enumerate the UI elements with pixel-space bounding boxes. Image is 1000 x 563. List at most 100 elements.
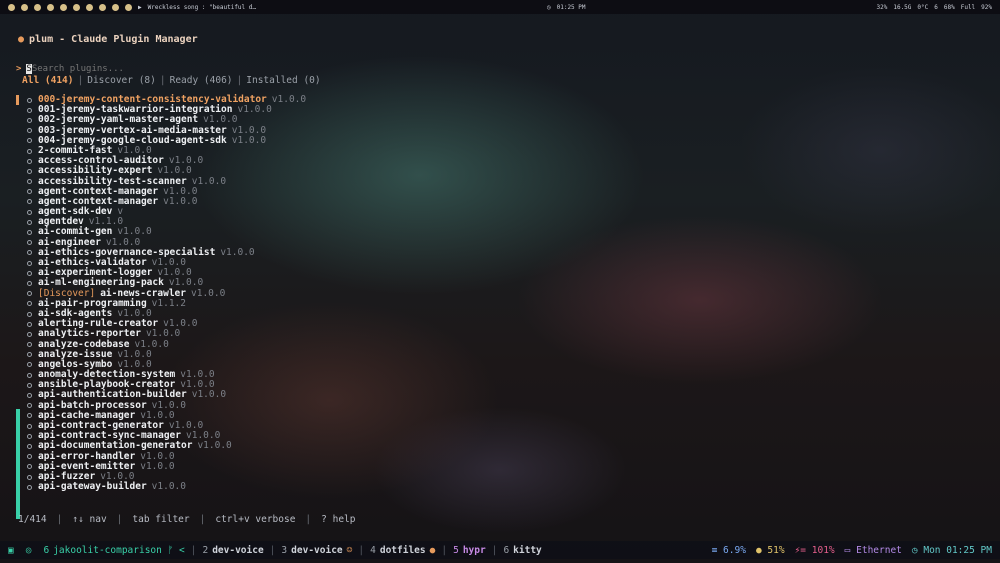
- row-gutter: [16, 238, 19, 248]
- display-mode[interactable]: Full: [961, 4, 975, 11]
- workspace-6[interactable]: 6 jakoolit-comparison ᚠ <: [43, 545, 184, 556]
- tab-ready[interactable]: Ready (406): [170, 75, 233, 86]
- top-bar: ▶ Wreckless song : "beautiful d… ◷ 01:25…: [0, 0, 1000, 14]
- status-circle-icon: [27, 423, 32, 429]
- status-circle-icon: [27, 382, 32, 388]
- scrollbar[interactable]: [16, 409, 20, 519]
- tab-all[interactable]: All (414): [22, 75, 73, 86]
- grid-icon[interactable]: ▣: [8, 545, 14, 556]
- tab-installed[interactable]: Installed (0): [246, 75, 320, 86]
- status-circle-icon: [27, 474, 32, 480]
- row-gutter: [16, 278, 19, 288]
- plugin-version: v1.0.0: [197, 440, 232, 452]
- workspace-dot[interactable]: [99, 3, 106, 11]
- power-icon[interactable]: ◎: [26, 545, 32, 556]
- status-circle-icon: [27, 443, 32, 449]
- status-circle-icon: [27, 280, 32, 286]
- tab-discover[interactable]: Discover (8): [87, 75, 156, 86]
- workspace-2[interactable]: 2 dev-voice: [202, 545, 263, 556]
- workspace-dot[interactable]: [8, 3, 15, 11]
- row-gutter: [16, 309, 19, 319]
- terminal-window[interactable]: ●plum - Claude Plugin Manager >S All (41…: [8, 24, 992, 534]
- workspace-dot[interactable]: [73, 3, 80, 11]
- plugin-row[interactable]: accessibility-expert v1.0.0: [8, 166, 408, 176]
- status-circle-icon: [27, 454, 32, 460]
- status-circle-icon: [27, 331, 32, 337]
- cpu-indicator: ≡ 6.9%: [711, 544, 746, 556]
- workspace-5[interactable]: 5 hypr: [453, 545, 486, 556]
- nav-hint: ↑↓ nav: [72, 514, 107, 525]
- now-playing[interactable]: Wreckless song : "beautiful d…: [148, 4, 256, 11]
- workspace-dot[interactable]: [112, 3, 119, 11]
- plugin-row[interactable]: analytics-reporter v1.0.0: [8, 329, 408, 339]
- clock-icon: ◷: [546, 3, 551, 11]
- network-indicator[interactable]: ▭ Ethernet: [845, 545, 902, 556]
- status-circle-icon: [27, 311, 32, 317]
- plugin-list[interactable]: 000-jeremy-content-consistency-validator…: [8, 94, 408, 493]
- clock-icon: ◷: [911, 544, 918, 556]
- status-circle-icon: [27, 291, 32, 297]
- row-gutter: [16, 197, 19, 207]
- top-clock[interactable]: 01:25 PM: [557, 4, 586, 11]
- sun-icon: ●: [755, 544, 762, 556]
- plugin-version: v1.0.0: [145, 328, 181, 340]
- row-gutter: [16, 319, 19, 329]
- help-hint: ? help: [321, 514, 356, 525]
- plugin-row[interactable]: api-gateway-builder v1.0.0: [8, 481, 408, 493]
- status-circle-icon: [27, 189, 32, 195]
- status-circle-icon: [27, 219, 32, 225]
- row-gutter: [16, 105, 19, 115]
- workspace-dot[interactable]: [47, 3, 54, 11]
- ethernet-icon: ▭: [844, 544, 851, 556]
- plugin-version: v1.0.0: [157, 165, 192, 177]
- status-circle-icon: [27, 484, 32, 490]
- row-gutter: [16, 156, 19, 166]
- plugin-name: api-gateway-builder: [38, 481, 147, 493]
- row-gutter: [16, 299, 19, 309]
- status-circle-icon: [27, 464, 32, 470]
- plugin-name: accessibility-expert: [38, 165, 153, 177]
- search-input[interactable]: [31, 64, 152, 74]
- status-circle-icon: [27, 179, 32, 185]
- workspace-dot[interactable]: [34, 3, 41, 11]
- workspace-4[interactable]: 4 dotfiles ●: [370, 545, 435, 556]
- battery-level: 92%: [981, 3, 993, 11]
- workspace-dot[interactable]: [86, 3, 93, 11]
- status-circle-icon: [27, 393, 32, 399]
- row-gutter: [16, 268, 19, 278]
- workspace-6-kitty[interactable]: 6 kitty: [503, 545, 541, 556]
- brightness-indicator[interactable]: ● 51%: [756, 545, 785, 556]
- temperature: 0°C: [917, 3, 929, 11]
- status-circle-icon: [27, 148, 32, 154]
- row-gutter: [16, 350, 19, 360]
- status-circle-icon: [27, 250, 32, 256]
- plugin-version: v1.0.0: [140, 460, 175, 472]
- status-circle-icon: [27, 107, 32, 113]
- search-bar[interactable]: > S: [16, 64, 152, 74]
- status-circle-icon: [27, 362, 32, 368]
- row-gutter: [16, 258, 19, 268]
- plugin-version: v1.0.0: [163, 195, 198, 207]
- clock-indicator[interactable]: ◷ Mon 01:25 PM: [912, 545, 992, 556]
- app-title: ● plum - Claude Plugin Manager: [18, 34, 198, 45]
- row-gutter: [16, 228, 19, 238]
- face-icon: ●: [429, 544, 436, 556]
- status-circle-icon: [27, 128, 32, 134]
- prompt-chevron-icon: >: [16, 64, 22, 74]
- plugin-version: v1.0.0: [231, 134, 267, 146]
- filter-tabs: All (414) | Discover (8) | Ready (406) | Insta…: [22, 75, 321, 86]
- status-circle-icon: [27, 301, 32, 307]
- workspace-dot[interactable]: [60, 3, 67, 11]
- workspace-dot[interactable]: [125, 3, 132, 11]
- status-circle-icon: [27, 433, 32, 439]
- row-gutter: [16, 380, 19, 390]
- workspace-3[interactable]: 3 dev-voice ☺: [281, 545, 352, 556]
- status-circle-icon: [27, 230, 32, 236]
- workspace-dot[interactable]: [21, 3, 28, 11]
- row-gutter: [16, 340, 19, 350]
- media-icon[interactable]: ▶: [138, 4, 142, 11]
- status-circle-icon: [27, 158, 32, 164]
- row-gutter: [16, 217, 19, 227]
- row-gutter: [16, 329, 19, 339]
- row-gutter: [16, 146, 19, 156]
